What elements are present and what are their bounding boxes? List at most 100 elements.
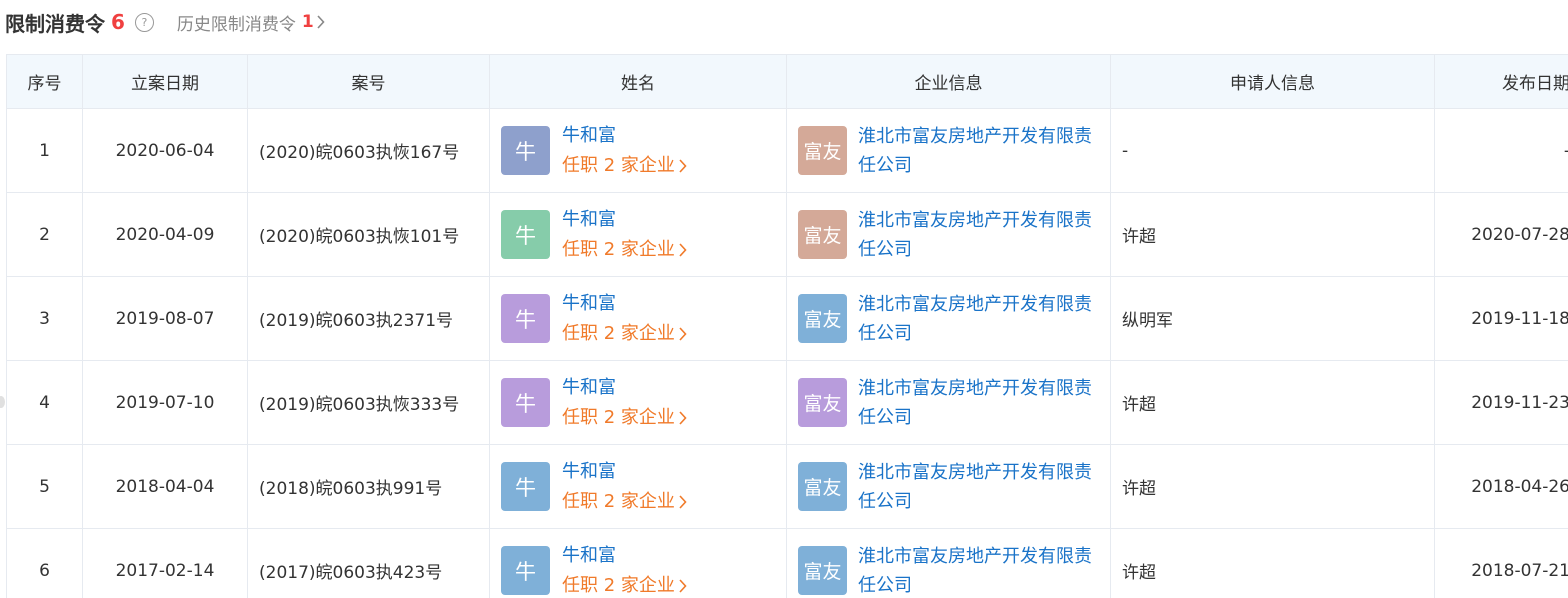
column-header-date: 立案日期 [82,54,248,109]
person-avatar[interactable]: 牛 [501,462,550,511]
cell-applicant: - [1110,108,1435,193]
company-avatar[interactable]: 富友 [798,210,847,259]
cell-company: 富友 淮北市富友房地产开发有限责任公司 [786,276,1111,361]
person-name-link[interactable]: 牛和富 [562,289,687,319]
cell-publish-date: 2019-11-18 [1434,276,1568,361]
person-companies-label: 任职 2 家企业 [562,154,675,176]
company-avatar[interactable]: 富友 [798,294,847,343]
cell-date: 2017-02-14 [82,528,248,598]
company-name-link[interactable]: 淮北市富友房地产开发有限责任公司 [858,374,1094,432]
table-row: 5 2018-04-04 (2018)皖0603执991号 牛 牛和富 任职 2… [6,444,1568,529]
cell-applicant: 纵明军 [1110,276,1435,361]
person-companies-label: 任职 2 家企业 [562,490,675,512]
table-row: 4 2019-07-10 (2019)皖0603执恢333号 牛 牛和富 任职 … [6,360,1568,445]
cell-date: 2020-04-09 [82,192,248,277]
cell-index: 2 [6,192,83,277]
cell-index: 4 [6,360,83,445]
cell-index: 5 [6,444,83,529]
cell-person: 牛 牛和富 任职 2 家企业 [489,360,787,445]
company-name-link[interactable]: 淮北市富友房地产开发有限责任公司 [858,206,1094,264]
table-row: 2 2020-04-09 (2020)皖0603执恢101号 牛 牛和富 任职 … [6,192,1568,277]
cell-date: 2020-06-04 [82,108,248,193]
cell-case-no: (2017)皖0603执423号 [247,528,490,598]
chevron-right-icon [679,242,687,257]
column-header-index: 序号 [6,54,83,109]
cell-publish-date: - [1434,108,1568,193]
column-header-applicant: 申请人信息 [1110,54,1435,109]
section-header: 限制消费令 6 ? 历史限制消费令 1 [5,0,325,44]
person-companies-link[interactable]: 任职 2 家企业 [562,151,687,181]
person-name-link[interactable]: 牛和富 [562,373,687,403]
person-companies-link[interactable]: 任职 2 家企业 [562,571,687,598]
company-name-link[interactable]: 淮北市富友房地产开发有限责任公司 [858,290,1094,348]
cell-date: 2019-07-10 [82,360,248,445]
person-companies-label: 任职 2 家企业 [562,322,675,344]
cell-case-no: (2020)皖0603执恢167号 [247,108,490,193]
chevron-right-icon [679,326,687,341]
history-label: 历史限制消费令 [176,14,296,35]
scroll-edge-indicator [0,396,5,408]
cell-company: 富友 淮北市富友房地产开发有限责任公司 [786,528,1111,598]
person-name-link[interactable]: 牛和富 [562,541,687,571]
chevron-right-icon [679,410,687,425]
company-name-link[interactable]: 淮北市富友房地产开发有限责任公司 [858,542,1094,598]
person-companies-link[interactable]: 任职 2 家企业 [562,403,687,433]
company-name-link[interactable]: 淮北市富友房地产开发有限责任公司 [858,458,1094,516]
person-avatar[interactable]: 牛 [501,210,550,259]
cell-index: 6 [6,528,83,598]
cell-applicant: 许超 [1110,360,1435,445]
cell-person: 牛 牛和富 任职 2 家企业 [489,444,787,529]
person-companies-link[interactable]: 任职 2 家企业 [562,235,687,265]
company-avatar[interactable]: 富友 [798,462,847,511]
person-companies-link[interactable]: 任职 2 家企业 [562,487,687,517]
section-title: 限制消费令 [5,11,105,36]
section-count: 6 [111,10,125,34]
person-name-link[interactable]: 牛和富 [562,457,687,487]
cell-person: 牛 牛和富 任职 2 家企业 [489,528,787,598]
company-name-link[interactable]: 淮北市富友房地产开发有限责任公司 [858,122,1094,180]
cell-applicant: 许超 [1110,528,1435,598]
cell-index: 1 [6,108,83,193]
cell-company: 富友 淮北市富友房地产开发有限责任公司 [786,192,1111,277]
company-avatar[interactable]: 富友 [798,378,847,427]
help-icon[interactable]: ? [134,12,154,32]
cell-company: 富友 淮北市富友房地产开发有限责任公司 [786,360,1111,445]
person-name-link[interactable]: 牛和富 [562,121,687,151]
cell-company: 富友 淮北市富友房地产开发有限责任公司 [786,108,1111,193]
history-link[interactable]: 历史限制消费令 1 [177,10,325,35]
cell-index: 3 [6,276,83,361]
person-name-link[interactable]: 牛和富 [562,205,687,235]
person-companies-label: 任职 2 家企业 [562,238,675,260]
table-row: 6 2017-02-14 (2017)皖0603执423号 牛 牛和富 任职 2… [6,528,1568,598]
person-avatar[interactable]: 牛 [501,378,550,427]
person-avatar[interactable]: 牛 [501,546,550,595]
cell-publish-date: 2018-04-26 [1434,444,1568,529]
cell-applicant: 许超 [1110,444,1435,529]
company-avatar[interactable]: 富友 [798,546,847,595]
cell-person: 牛 牛和富 任职 2 家企业 [489,192,787,277]
cell-publish-date: 2020-07-28 [1434,192,1568,277]
person-companies-link[interactable]: 任职 2 家企业 [562,319,687,349]
cell-publish-date: 2018-07-21 [1434,528,1568,598]
chevron-right-icon [679,494,687,509]
table-header-row: 序号 立案日期 案号 姓名 企业信息 申请人信息 发布日期 [6,54,1568,109]
column-header-company: 企业信息 [786,54,1111,109]
cell-person: 牛 牛和富 任职 2 家企业 [489,276,787,361]
history-count: 1 [301,12,314,32]
chevron-right-icon [317,15,325,29]
person-avatar[interactable]: 牛 [501,294,550,343]
chevron-right-icon [679,578,687,593]
cell-applicant: 许超 [1110,192,1435,277]
company-avatar[interactable]: 富友 [798,126,847,175]
chevron-right-icon [679,158,687,173]
person-companies-label: 任职 2 家企业 [562,406,675,428]
restriction-table: 序号 立案日期 案号 姓名 企业信息 申请人信息 发布日期 1 2020-06-… [6,54,1568,598]
cell-date: 2018-04-04 [82,444,248,529]
cell-case-no: (2019)皖0603执2371号 [247,276,490,361]
person-avatar[interactable]: 牛 [501,126,550,175]
cell-case-no: (2019)皖0603执恢333号 [247,360,490,445]
cell-person: 牛 牛和富 任职 2 家企业 [489,108,787,193]
table-row: 3 2019-08-07 (2019)皖0603执2371号 牛 牛和富 任职 … [6,276,1568,361]
column-header-case-no: 案号 [247,54,490,109]
cell-case-no: (2018)皖0603执991号 [247,444,490,529]
